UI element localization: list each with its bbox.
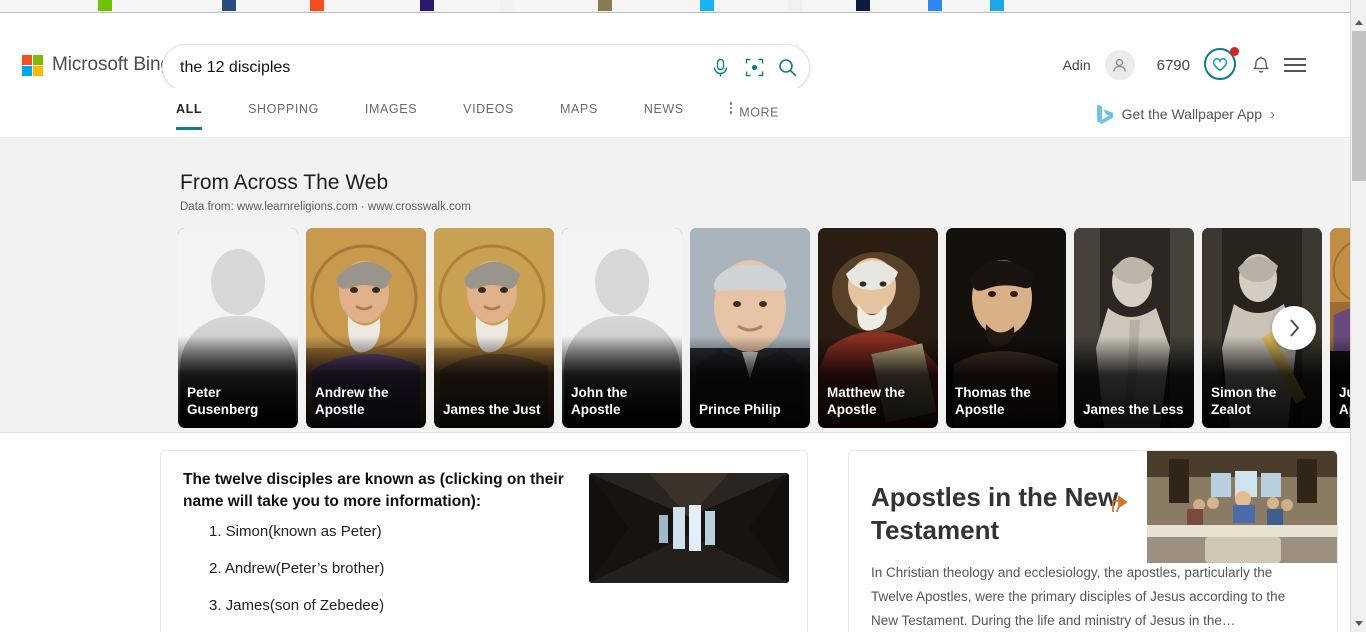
list-item[interactable]: 3. James(son of Zebedee): [209, 597, 785, 615]
results-area: The twelve disciples are known as (click…: [0, 433, 1350, 632]
result-title: The twelve disciples are known as (click…: [183, 471, 564, 510]
hamburger-menu-icon[interactable]: [1284, 58, 1306, 72]
carousel-card[interactable]: Peter Gusenberg: [178, 228, 298, 428]
rewards-button[interactable]: [1204, 47, 1239, 82]
entity-carousel: Peter Gusenberg Andrew the Apostle James t…: [178, 228, 1350, 428]
browser-tab-strip: [0, 0, 1366, 13]
camera-visual-search-icon[interactable]: [737, 50, 771, 86]
cathedral-image: [589, 473, 789, 583]
bing-b-icon: [1096, 104, 1113, 124]
search-input[interactable]: [163, 58, 703, 77]
browser-tab-favicon[interactable]: [420, 0, 434, 11]
result-card-apostles[interactable]: Apostles in the New Testament In Christi…: [848, 450, 1338, 632]
search-vertical-tabs: ALL SHOPPING IMAGES VIDEOS MAPS NEWS MORE: [176, 88, 825, 138]
scrollbar-thumb[interactable]: [1352, 31, 1366, 181]
rewards-points: 6790: [1156, 56, 1190, 74]
browser-tab-favicon[interactable]: [990, 0, 1004, 11]
bing-logo[interactable]: Microsoft Bing: [22, 54, 171, 76]
browser-tab-favicon[interactable]: [500, 0, 514, 11]
carousel-card[interactable]: James the Less: [1074, 228, 1194, 428]
chevron-right-icon: ›: [1270, 105, 1275, 123]
rewards-notification-dot: [1230, 47, 1239, 56]
header-actions: Adin 6790: [1062, 47, 1306, 82]
bing-logo-text: Microsoft Bing: [52, 54, 171, 75]
account-name: Adin: [1062, 57, 1091, 73]
carousel-card[interactable]: Prince Philip: [690, 228, 810, 428]
browser-tab-favicon[interactable]: [222, 0, 236, 11]
share-icon[interactable]: [1111, 494, 1133, 519]
avatar[interactable]: [1104, 50, 1135, 80]
card-label: Andrew the Apostle: [315, 385, 389, 417]
from-across-the-web-section: From Across The Web Data from: www.learn…: [0, 138, 1350, 433]
bell-icon[interactable]: [1252, 55, 1270, 75]
microsoft-logo-icon: [22, 54, 43, 76]
cathedral-interior-thumbnail[interactable]: [589, 473, 789, 583]
wallpaper-promo-label: Get the Wallpaper App: [1121, 106, 1262, 122]
card-label: John the Apostle: [571, 385, 628, 417]
wallpaper-app-promo[interactable]: Get the Wallpaper App ›: [1094, 103, 1275, 125]
result-description: In Christian theology and ecclesiology, …: [871, 565, 1286, 628]
tab-videos[interactable]: VIDEOS: [463, 88, 514, 116]
scroll-down-button[interactable]: [1351, 615, 1366, 632]
browser-tab-favicon[interactable]: [700, 0, 714, 11]
tab-label: MORE: [739, 105, 780, 120]
browser-tab-favicon[interactable]: [856, 0, 870, 11]
more-dots-icon: [729, 102, 733, 116]
section-source-attribution: Data from: www.learnreligions.com · www.…: [180, 201, 471, 213]
nav-tabs-row: ALL SHOPPING IMAGES VIDEOS MAPS NEWS MORE Get …: [0, 88, 1350, 138]
tab-shopping[interactable]: SHOPPING: [248, 88, 319, 116]
section-title: From Across The Web: [180, 171, 389, 194]
carousel-card[interactable]: Andrew the Apostle: [306, 228, 426, 428]
tab-label: IMAGES: [364, 102, 418, 116]
tab-maps[interactable]: MAPS: [560, 88, 598, 116]
browser-tab-favicon[interactable]: [788, 0, 802, 11]
browser-tab-favicon[interactable]: [310, 0, 324, 11]
card-label: James the Less: [1083, 402, 1184, 417]
tab-images[interactable]: IMAGES: [365, 88, 417, 116]
tab-news[interactable]: NEWS: [644, 88, 684, 116]
icon-image: [1330, 228, 1350, 352]
tab-label: NEWS: [643, 102, 684, 116]
browser-tab-favicon[interactable]: [98, 0, 112, 11]
browser-tab-favicon[interactable]: [598, 0, 612, 11]
chevron-right-icon: [1289, 319, 1299, 337]
site-header: Microsoft Bing the 12 disciples Adin 679…: [0, 14, 1350, 91]
result-title: Apostles in the New Testament: [871, 482, 1119, 545]
carousel-next-button[interactable]: [1272, 306, 1316, 350]
card-label: Jude the Apostle: [1339, 385, 1350, 417]
browser-tab-favicon[interactable]: [928, 0, 942, 11]
card-label: Thomas the Apostle: [955, 385, 1031, 417]
tab-label: ALL: [176, 102, 203, 116]
tab-all[interactable]: ALL: [176, 88, 203, 130]
card-label: Matthew the Apostle: [827, 385, 906, 417]
tab-label: MAPS: [559, 102, 598, 116]
carousel-card[interactable]: Matthew the Apostle: [818, 228, 938, 428]
page-scroll-area: Microsoft Bing the 12 disciples Adin 679…: [0, 14, 1350, 632]
search-submit-icon[interactable]: [771, 50, 805, 86]
carousel-card[interactable]: James the Just: [434, 228, 554, 428]
card-label: Peter Gusenberg: [187, 385, 259, 417]
tab-more[interactable]: MORE: [729, 88, 780, 120]
last-supper-image: [1147, 451, 1337, 563]
carousel-card[interactable]: Jude the Apostle: [1330, 228, 1350, 428]
last-supper-painting-thumbnail[interactable]: [1147, 451, 1337, 563]
result-card-disciples-list[interactable]: The twelve disciples are known as (click…: [160, 450, 808, 632]
carousel-card[interactable]: Thomas the Apostle: [946, 228, 1066, 428]
microphone-icon[interactable]: [703, 50, 737, 86]
tab-label: VIDEOS: [463, 102, 514, 116]
scroll-up-button[interactable]: [1351, 14, 1366, 31]
vertical-scrollbar[interactable]: [1350, 0, 1366, 632]
search-box[interactable]: [162, 44, 810, 91]
card-label: James the Just: [443, 402, 541, 417]
card-label: Prince Philip: [699, 402, 781, 417]
carousel-card[interactable]: John the Apostle: [562, 228, 682, 428]
tab-label: SHOPPING: [248, 102, 319, 116]
card-label: Simon the Zealot: [1211, 385, 1277, 417]
